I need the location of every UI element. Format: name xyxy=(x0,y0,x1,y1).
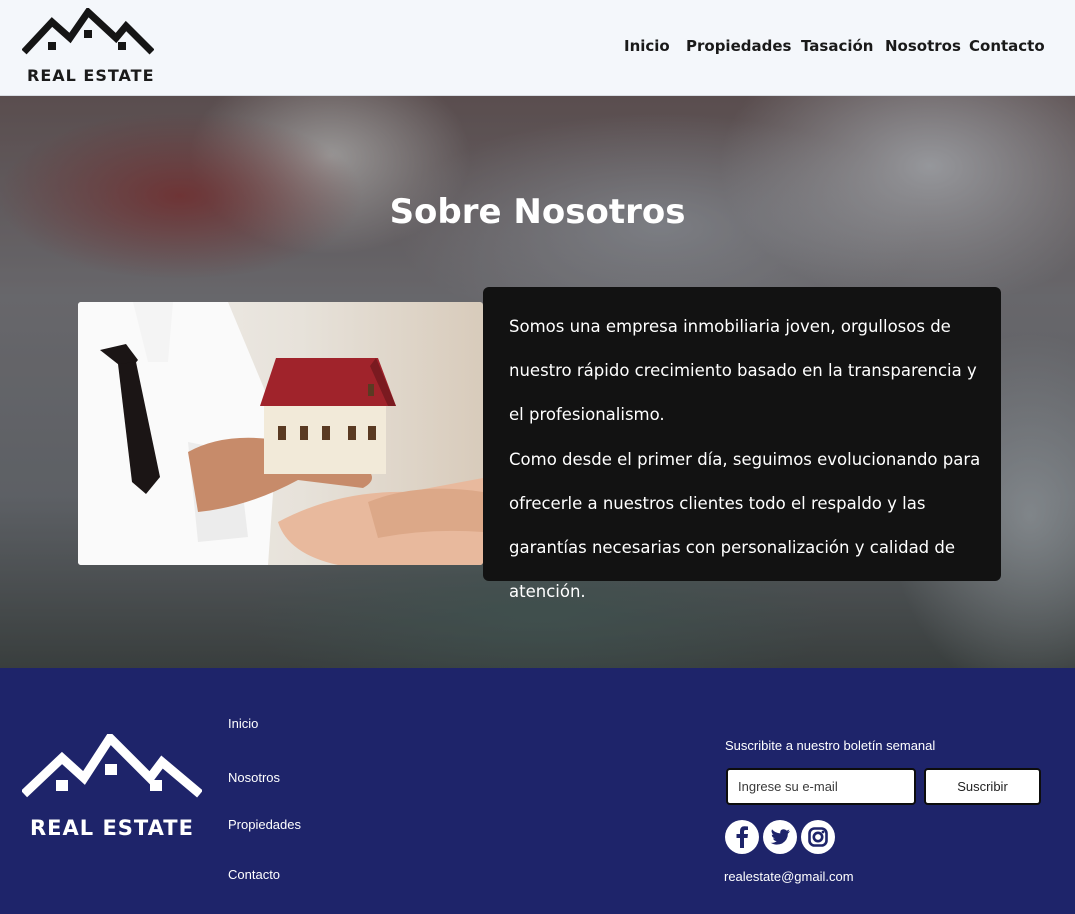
twitter-icon[interactable] xyxy=(763,820,797,854)
footer-logo-text: REAL ESTATE xyxy=(30,816,194,840)
site-footer: REAL ESTATE Inicio Nosotros Propiedades … xyxy=(0,668,1075,914)
about-hero: Sobre Nosotros Somos una empresa inmobil… xyxy=(0,96,1075,668)
nav-tasacion[interactable]: Tasación xyxy=(801,37,874,55)
nav-contacto[interactable]: Contacto xyxy=(969,37,1045,55)
newsletter-label: Suscribite a nuestro boletín semanal xyxy=(725,738,936,753)
footer-logo[interactable]: REAL ESTATE xyxy=(22,734,202,844)
houses-logo-icon xyxy=(22,734,202,798)
house-in-hands-illustration xyxy=(78,302,483,565)
footer-link-propiedades[interactable]: Propiedades xyxy=(228,817,301,832)
contact-email: realestate@gmail.com xyxy=(724,869,854,884)
instagram-icon[interactable] xyxy=(801,820,835,854)
newsletter-email-input[interactable] xyxy=(726,768,916,805)
nav-inicio[interactable]: Inicio xyxy=(624,37,670,55)
footer-link-inicio[interactable]: Inicio xyxy=(228,716,258,731)
footer-link-contacto[interactable]: Contacto xyxy=(228,867,280,882)
about-paragraph-1: Somos una empresa inmobiliaria joven, or… xyxy=(509,317,977,425)
nav-nosotros[interactable]: Nosotros xyxy=(885,37,961,55)
site-header: REAL ESTATE Inicio Propiedades Tasación … xyxy=(0,0,1075,96)
facebook-icon[interactable] xyxy=(725,820,759,854)
about-paragraph-2: Como desde el primer día, seguimos evolu… xyxy=(509,449,981,602)
main-nav: Inicio Propiedades Tasación Nosotros Con… xyxy=(0,37,1075,57)
about-text-card: Somos una empresa inmobiliaria joven, or… xyxy=(483,287,1001,601)
header-logo-text: REAL ESTATE xyxy=(27,66,155,85)
house-handover-photo xyxy=(78,302,483,565)
nav-propiedades[interactable]: Propiedades xyxy=(686,37,791,55)
page-title: Sobre Nosotros xyxy=(389,192,686,232)
subscribe-button[interactable]: Suscribir xyxy=(924,768,1041,805)
footer-link-nosotros[interactable]: Nosotros xyxy=(228,770,280,785)
